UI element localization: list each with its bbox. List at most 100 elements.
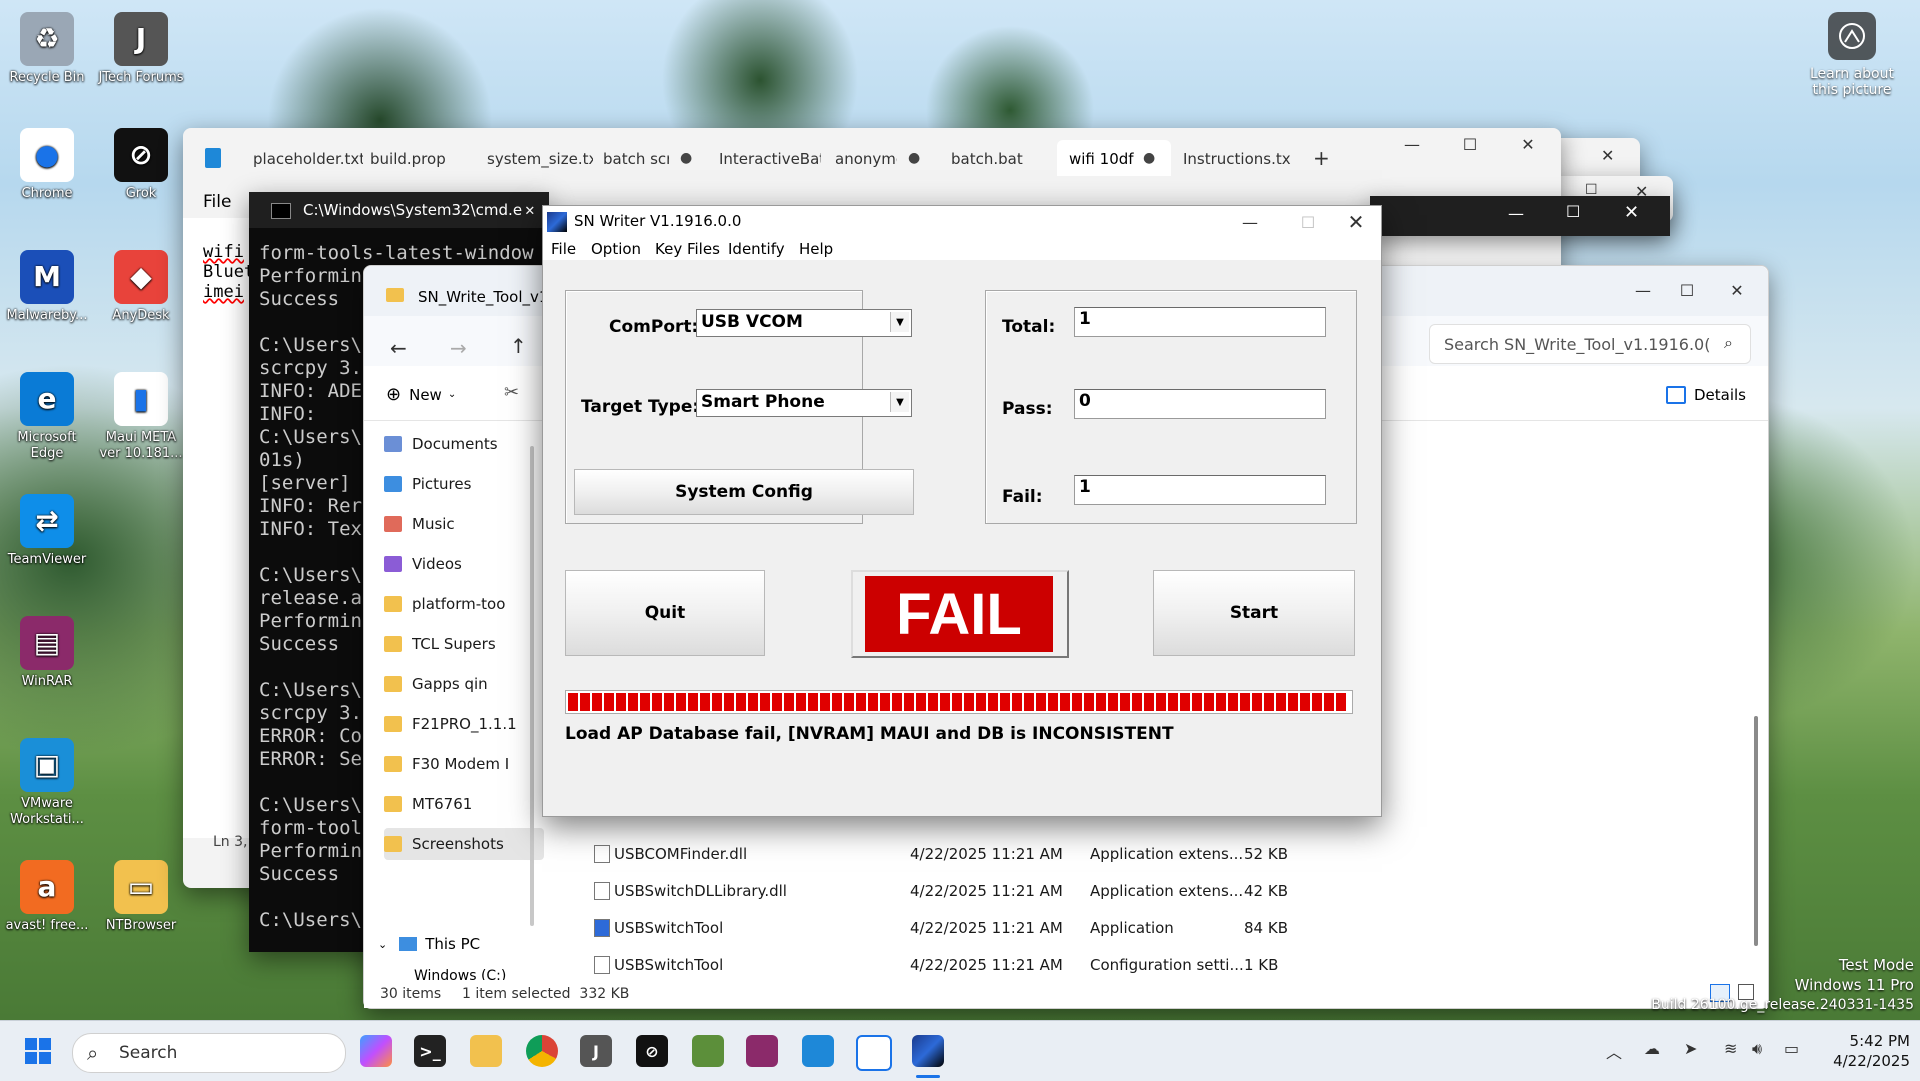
nav-scrollbar[interactable] [530,446,534,926]
minimize-button[interactable]: — [1227,206,1273,238]
new-tab-button[interactable]: + [1313,146,1330,170]
device-icon[interactable] [692,1035,724,1067]
file-explorer-icon[interactable] [470,1035,502,1067]
close-icon[interactable]: ✕ [1624,202,1639,223]
location-icon[interactable]: ➤ [1684,1039,1697,1058]
grok-icon[interactable]: ⊘ [636,1035,668,1067]
minimize-button[interactable]: — [1389,128,1435,160]
desktop-icon[interactable]: ▮ Maui META ver 10.181... [98,372,184,462]
minimize-icon[interactable]: — [1508,204,1524,223]
jtech-icon[interactable]: J [580,1035,612,1067]
tab-placeholder[interactable]: placeholder.txt [253,150,363,172]
forward-arrow-icon[interactable]: → [450,336,467,360]
desktop-icon[interactable]: ⇄ TeamViewer [4,494,90,568]
desktop-icon[interactable]: M Malwareby... [4,250,90,324]
chrome-icon[interactable] [526,1035,558,1067]
menu-option[interactable]: Option [591,240,641,258]
tab-system-size[interactable]: system_size.txt [487,150,593,172]
cut-icon[interactable]: ✂ [504,382,519,403]
nav-item[interactable]: Gapps qin📌︎ [384,668,559,700]
nav-item[interactable]: Documents📌︎ [384,428,559,460]
jtech-icon: J [114,12,168,66]
nav-item[interactable]: TCL Supers📌︎ [384,628,559,660]
maximize-icon[interactable]: ☐ [1566,202,1580,221]
details-button[interactable]: Details [1666,386,1746,404]
content-scrollbar[interactable] [1754,716,1758,946]
menu-key-files[interactable]: Key Files [655,240,720,258]
comport-select[interactable]: USB VCOM ▼ [696,309,912,337]
tab-anonymc[interactable]: anonymc [835,150,897,172]
maximize-button[interactable]: ☐ [1447,128,1493,160]
desktop-icon[interactable]: a avast! free... [4,860,90,934]
desktop-icon[interactable]: ▭ NTBrowser [98,860,184,934]
desktop-icon[interactable]: ● Chrome [4,128,90,202]
system-config-button[interactable]: System Config [574,469,914,515]
menu-file[interactable]: File [551,240,576,258]
desktop-icon[interactable]: ⊘ Grok [98,128,184,202]
back-arrow-icon[interactable]: ← [390,336,407,360]
menu-identify[interactable]: Identify [728,240,785,258]
search-input[interactable]: Search SN_Write_Tool_v1.1916.0( ⌕ [1429,324,1751,364]
cmd-window-controls[interactable]: — ☐ ✕ [1370,196,1670,236]
target-type-select[interactable]: Smart Phone ▼ [696,389,912,417]
cmd-close-icon[interactable]: ✕ [525,200,535,219]
desktop-icon[interactable]: ▣ VMware Workstati... [4,738,90,828]
cloud-icon[interactable]: ☁ [1644,1039,1660,1058]
maximize-button[interactable]: ☐ [1664,274,1710,306]
tab-batch-scr[interactable]: batch scr [603,150,669,172]
start-button[interactable] [24,1037,52,1065]
minimize-button[interactable]: — [1620,274,1666,306]
file-row[interactable]: USBSwitchDLLibrary.dll 4/22/2025 11:21 AM… [584,876,1384,906]
terminal-icon[interactable]: >_ [414,1035,446,1067]
file-row[interactable]: USBSwitchTool 4/22/2025 11:21 AM Applicati… [584,913,1384,943]
tab-wifi-10df[interactable]: wifi 10df [1069,150,1139,172]
close-button[interactable]: ✕ [1714,274,1760,306]
winrar-icon[interactable] [746,1035,778,1067]
nav-item[interactable]: Pictures📌︎ [384,468,559,500]
copilot-icon[interactable] [360,1035,392,1067]
explorer-tab-title[interactable]: SN_Write_Tool_v1. [418,288,553,306]
explorer-statusbar: 30 items 1 item selected 332 KB [364,980,1768,1008]
clock[interactable]: 5:42 PM 4/22/2025 [1820,1031,1910,1071]
maui-meta-icon[interactable] [856,1035,892,1071]
volume-icon[interactable]: 🔊︎ [1752,1039,1762,1059]
nav-item[interactable]: Music📌︎ [384,508,559,540]
file-row[interactable]: USBCOMFinder.dll 4/22/2025 11:21 AM Applic… [584,839,1384,869]
desktop-icon[interactable]: e Microsoft Edge [4,372,90,462]
new-button[interactable]: ⊕ New ⌄ [386,384,456,405]
nav-item[interactable]: F30 Modem I📌︎ [384,748,559,780]
taskbar-search[interactable]: ⌕ Search [72,1033,346,1073]
nav-item[interactable]: Videos📌︎ [384,548,559,580]
quit-button[interactable]: Quit [565,570,765,656]
desktop-icon[interactable]: ♻ Recycle Bin [4,12,90,86]
tab-interactive-batch[interactable]: InteractiveBatc [719,150,821,172]
notepad-icon[interactable] [802,1035,834,1067]
start-button[interactable]: Start [1153,570,1355,656]
chevron-up-icon[interactable]: ︿ [1606,1039,1622,1063]
learn-about-picture[interactable]: Learn about this picture [1800,12,1904,98]
nav-this-pc[interactable]: ⌄ This PC [378,930,538,958]
plus-icon: ⊕ [386,384,402,405]
desktop-icon[interactable]: ▤ WinRAR [4,616,90,690]
menu-help[interactable]: Help [799,240,833,258]
desktop-icon[interactable]: J JTech Forums [98,12,184,86]
tab-batch-bat[interactable]: batch.bat [951,150,1031,172]
nav-item[interactable]: Screenshots [384,828,544,860]
desktop-icon[interactable]: ◆ AnyDesk [98,250,184,324]
file-row[interactable]: USBSwitchTool 4/22/2025 11:21 AM Configura… [584,950,1384,980]
tab-build-prop[interactable]: build.prop [370,150,452,172]
sn-writer-icon[interactable] [912,1035,944,1067]
battery-icon[interactable]: ▭ [1784,1039,1799,1058]
nav-item[interactable]: platform-too📌︎ [384,588,559,620]
close-button[interactable]: ✕ [1333,206,1379,238]
file-menu[interactable]: File [203,192,231,212]
close-icon[interactable]: ✕ [1601,146,1614,165]
tab-instructions[interactable]: Instructions.txt [1183,150,1291,172]
nav-item[interactable]: MT6761📌︎ [384,788,559,820]
nav-item[interactable]: F21PRO_1.1.1📌︎ [384,708,559,740]
sn-writer-window[interactable]: SN Writer V1.1916.0.0 — ☐ ✕ File Option … [542,205,1382,817]
search-icon: ⌕ [1724,333,1733,352]
up-arrow-icon[interactable]: ↑ [510,334,527,358]
close-button[interactable]: ✕ [1505,128,1551,160]
wifi-icon[interactable]: ≋ [1724,1039,1737,1058]
